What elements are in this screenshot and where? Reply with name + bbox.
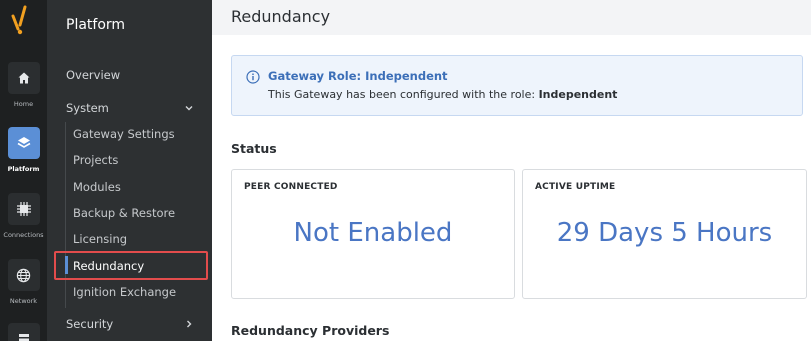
app-logo-icon[interactable] — [9, 5, 37, 37]
active-uptime-card: ACTIVE UPTIME 29 Days 5 Hours — [522, 169, 807, 299]
icon-rail: Home Platform Connections Network — [0, 0, 47, 341]
more-button[interactable] — [7, 323, 40, 341]
nav-item-security[interactable]: Security — [66, 317, 113, 331]
nav-item-modules[interactable]: Modules — [73, 180, 121, 194]
rail-item-platform[interactable]: Platform — [0, 127, 47, 173]
nav-item-licensing[interactable]: Licensing — [73, 232, 127, 246]
card-heading: PEER CONNECTED — [244, 182, 338, 192]
card-value: Not Enabled — [293, 218, 453, 248]
nav-item-ignition-exchange[interactable]: Ignition Exchange — [73, 285, 176, 299]
platform-nav: Platform Overview System Gateway Setting… — [47, 0, 212, 341]
rail-label-connections: Connections — [3, 231, 44, 239]
chevron-right-icon[interactable] — [184, 319, 194, 329]
submenu-guide-line — [65, 122, 66, 308]
peer-connected-card: PEER CONNECTED Not Enabled — [231, 169, 515, 299]
server-icon — [18, 334, 29, 341]
card-heading: ACTIVE UPTIME — [535, 182, 616, 192]
alert-text-prefix: This Gateway has been configured with th… — [268, 88, 539, 101]
network-button[interactable] — [7, 259, 40, 291]
platform-button[interactable] — [7, 127, 40, 159]
nav-item-gateway-settings[interactable]: Gateway Settings — [73, 127, 175, 141]
alert-role: Independent — [538, 88, 618, 101]
chip-icon — [16, 202, 31, 216]
globe-icon — [16, 268, 31, 282]
card-value: 29 Days 5 Hours — [556, 218, 773, 248]
nav-item-backup-restore[interactable]: Backup & Restore — [73, 206, 175, 220]
nav-item-system[interactable]: System — [66, 101, 109, 115]
status-heading: Status — [231, 141, 277, 156]
home-icon — [18, 72, 29, 84]
nav-item-projects[interactable]: Projects — [73, 153, 118, 167]
connections-button[interactable] — [7, 193, 40, 225]
home-button[interactable] — [7, 62, 40, 94]
nav-title: Platform — [66, 17, 126, 33]
rail-item-network[interactable]: Network — [0, 259, 47, 305]
rail-item-connections[interactable]: Connections — [0, 193, 47, 239]
rail-label-home: Home — [13, 100, 34, 108]
alert-title: Gateway Role: Independent — [268, 69, 448, 83]
providers-heading: Redundancy Providers — [231, 323, 390, 338]
rail-item-more[interactable] — [0, 323, 47, 341]
rail-label-platform: Platform — [7, 165, 40, 173]
rail-label-network: Network — [9, 297, 38, 305]
selection-highlight-box — [54, 251, 208, 280]
main-content: Redundancy Gateway Role: Independent Thi… — [212, 0, 811, 341]
chevron-down-icon[interactable] — [184, 103, 194, 113]
page-title: Redundancy — [231, 7, 331, 26]
info-icon — [246, 70, 260, 84]
info-alert: Gateway Role: Independent This Gateway h… — [231, 55, 803, 116]
layers-icon — [17, 137, 30, 148]
nav-item-overview[interactable]: Overview — [66, 68, 120, 82]
alert-text: This Gateway has been configured with th… — [268, 88, 617, 101]
rail-item-home[interactable]: Home — [0, 62, 47, 108]
